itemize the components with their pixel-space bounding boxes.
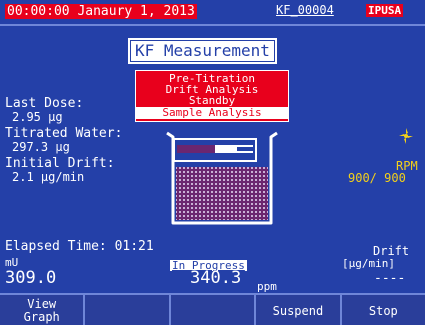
drift-label: Drift (373, 244, 410, 258)
method-id[interactable]: KF_00004 (276, 4, 334, 16)
last-dose-value: 2.95 µg (12, 110, 63, 124)
stop-button[interactable]: Stop (342, 295, 425, 325)
phase-list: Pre-Titration Drift Analysis Standby Sam… (135, 70, 289, 122)
status-flag: IPUSA (366, 4, 404, 17)
stirrer-icon (399, 128, 413, 144)
mv-value: 309.0 (5, 268, 57, 288)
softkey-bar: View Graph Suspend Stop (0, 293, 425, 325)
view-graph-button[interactable]: View Graph (0, 295, 86, 325)
page-title: KF Measurement (130, 40, 275, 62)
ppm-unit: ppm (257, 280, 277, 293)
drift-unit: [µg/min] (342, 257, 395, 270)
instrument-screen: 00:00:00 Janaury 1, 2013 KF_00004 IPUSA … (0, 0, 425, 325)
suspend-button[interactable]: Suspend (256, 295, 342, 325)
rpm-value: 900/ 900 (348, 171, 406, 185)
phase-sample-analysis: Sample Analysis (136, 107, 288, 119)
initial-drift-label: Initial Drift: (5, 156, 115, 171)
softkey-2[interactable] (85, 295, 171, 325)
drift-value: ---- (374, 271, 406, 286)
beaker-icon (166, 131, 278, 225)
last-dose-label: Last Dose: (5, 96, 84, 111)
datetime: 00:00:00 Janaury 1, 2013 (5, 4, 197, 19)
titrated-water-label: Titrated Water: (5, 126, 123, 141)
mv-label: mU (5, 256, 19, 269)
elapsed-time: Elapsed Time: 01:21 (5, 239, 154, 254)
ppm-value: 340.3 (190, 268, 242, 288)
softkey-3[interactable] (171, 295, 257, 325)
phase-standby: Standby (188, 94, 236, 107)
initial-drift-value: 2.1 µg/min (12, 170, 85, 184)
titrated-water-value: 297.3 µg (12, 140, 70, 154)
